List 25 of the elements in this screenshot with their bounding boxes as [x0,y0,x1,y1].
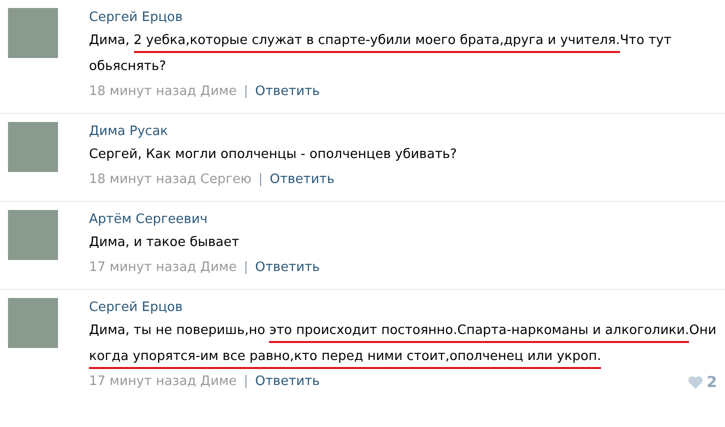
comment-time: 17 минут назад Диме [89,373,237,391]
reply-link[interactable]: Ответить [255,256,320,280]
comment-text: Дима, ты не поверишь,но это происходит постоянно.Спарта-наркоманы и алкоголики.Они когда упорятся-им все равно,кто перед ними стоит,ополченец или укроп. [89,318,717,370]
separator: | [244,259,248,277]
reply-link[interactable]: Ответить [255,80,320,104]
separator: | [244,373,248,391]
avatar-photo-placeholder[interactable] [8,8,58,58]
comment-time: 18 минут назад Сергею [89,171,252,189]
avatar-photo-placeholder[interactable] [8,298,58,348]
author-link[interactable]: Артём Сергеевич [89,210,208,230]
heart-icon [688,376,703,388]
comment-text: Дима, 2 уебка,которые служат в спарте-убили моего брата,друга и учителя.Что тут обьяснять? [89,32,672,76]
avatar-photo-placeholder[interactable] [8,210,58,260]
author-link[interactable]: Дима Русак [89,122,168,142]
separator: | [244,83,248,101]
avatar-photo-placeholder[interactable] [8,122,58,172]
reply-link[interactable]: Ответить [270,168,335,192]
comment-time: 17 минут назад Диме [89,259,237,277]
author-link[interactable]: Сергей Ерцов [89,298,183,318]
reply-link[interactable]: Ответить [255,370,320,394]
comment-time: 18 минут назад Диме [89,83,237,101]
separator: | [258,171,263,189]
comment-text: Сергей, Как могли ополченцы - ополченцев убивать? [89,146,458,164]
comment-text: Дима, и такое бывает [89,234,240,252]
author-link[interactable]: Сергей Ерцов [89,8,183,28]
